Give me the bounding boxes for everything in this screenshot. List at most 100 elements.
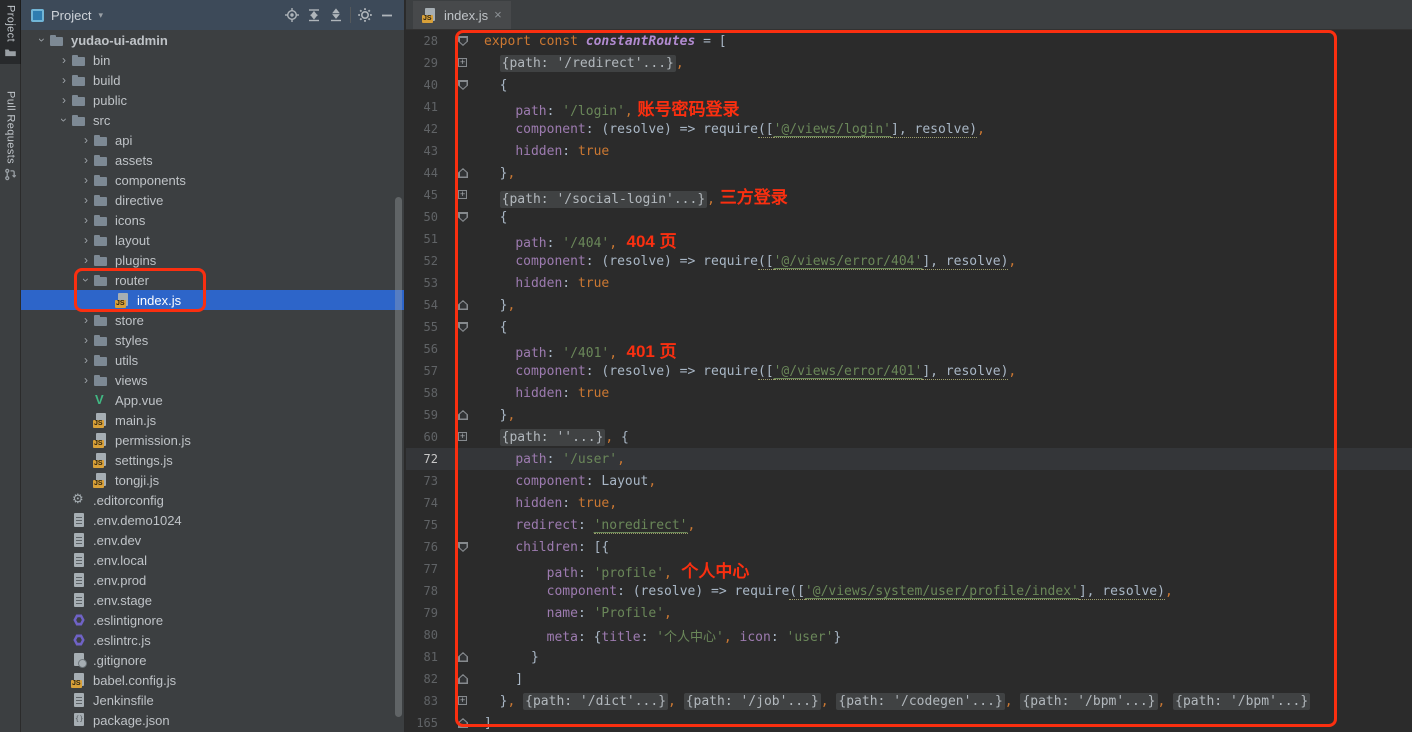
tree-item-babel-config-js[interactable]: babel.config.js xyxy=(21,670,404,690)
chevron-right-icon[interactable] xyxy=(79,173,93,187)
chevron-down-icon[interactable]: ▾ xyxy=(98,10,103,21)
chevron-right-icon[interactable] xyxy=(79,253,93,267)
code-line-51[interactable]: 51 path: '/404', 404 页 xyxy=(406,228,1412,250)
folded-region-chip[interactable]: {path: '/bpm'...} xyxy=(1173,693,1310,710)
code-line-80[interactable]: 80 meta: {title: '个人中心', icon: 'user'} xyxy=(406,624,1412,646)
tree-item--env-prod[interactable]: .env.prod xyxy=(21,570,404,590)
tree-item-src[interactable]: src xyxy=(21,110,404,130)
folded-region-chip[interactable]: {path: '/social-login'...} xyxy=(500,191,708,208)
code-line-76[interactable]: 76 children: [{ xyxy=(406,536,1412,558)
fold-gutter[interactable] xyxy=(446,30,472,52)
chevron-right-icon[interactable] xyxy=(79,153,93,167)
tree-item--eslintrc-js[interactable]: .eslintrc.js xyxy=(21,630,404,650)
chevron-right-icon[interactable] xyxy=(79,213,93,227)
tree-item-api[interactable]: api xyxy=(21,130,404,150)
chevron-right-icon[interactable] xyxy=(79,333,93,347)
code-line-56[interactable]: 56 path: '/401', 401 页 xyxy=(406,338,1412,360)
tree-item--env-local[interactable]: .env.local xyxy=(21,550,404,570)
fold-close-icon[interactable] xyxy=(458,410,468,420)
fold-gutter[interactable] xyxy=(446,74,472,96)
tree-item-icons[interactable]: icons xyxy=(21,210,404,230)
tree-item-package-json[interactable]: package.json xyxy=(21,710,404,730)
tree-item-public[interactable]: public xyxy=(21,90,404,110)
fold-gutter[interactable] xyxy=(446,536,472,558)
tree-item-index-js[interactable]: index.js xyxy=(21,290,404,310)
fold-expand-icon[interactable] xyxy=(458,58,467,67)
fold-gutter[interactable] xyxy=(446,184,472,206)
tree-item--eslintignore[interactable]: .eslintignore xyxy=(21,610,404,630)
code-line-75[interactable]: 75 redirect: 'noredirect', xyxy=(406,514,1412,536)
fold-expand-icon[interactable] xyxy=(458,432,467,441)
code-line-73[interactable]: 73 component: Layout, xyxy=(406,470,1412,492)
fold-expand-icon[interactable] xyxy=(458,696,467,705)
chevron-down-icon[interactable] xyxy=(79,273,93,287)
chevron-right-icon[interactable] xyxy=(79,133,93,147)
chevron-right-icon[interactable] xyxy=(57,53,71,67)
code-line-29[interactable]: 29 {path: '/redirect'...}, xyxy=(406,52,1412,74)
chevron-right-icon[interactable] xyxy=(79,353,93,367)
fold-close-icon[interactable] xyxy=(458,718,468,728)
fold-gutter[interactable] xyxy=(446,316,472,338)
fold-close-icon[interactable] xyxy=(458,300,468,310)
fold-gutter[interactable] xyxy=(446,690,472,712)
tree-item--env-dev[interactable]: .env.dev xyxy=(21,530,404,550)
fold-expand-icon[interactable] xyxy=(458,190,467,199)
code-line-44[interactable]: 44 }, xyxy=(406,162,1412,184)
tree-item--env-stage[interactable]: .env.stage xyxy=(21,590,404,610)
code-line-57[interactable]: 57 component: (resolve) => require(['@/v… xyxy=(406,360,1412,382)
tree-item-settings-js[interactable]: settings.js xyxy=(21,450,404,470)
code-line-52[interactable]: 52 component: (resolve) => require(['@/v… xyxy=(406,250,1412,272)
folded-region-chip[interactable]: {path: '/codegen'...} xyxy=(836,693,1004,710)
chevron-right-icon[interactable] xyxy=(57,93,71,107)
fold-gutter[interactable] xyxy=(446,294,472,316)
fold-open-icon[interactable] xyxy=(458,212,468,222)
stripe-tab-pull-requests[interactable]: Pull Requests xyxy=(0,86,21,186)
chevron-down-icon[interactable] xyxy=(35,33,49,47)
fold-gutter[interactable] xyxy=(446,712,472,732)
code-line-28[interactable]: 28export const constantRoutes = [ xyxy=(406,30,1412,52)
fold-open-icon[interactable] xyxy=(458,542,468,552)
code-line-50[interactable]: 50 { xyxy=(406,206,1412,228)
tree-item-yudao-ui-admin[interactable]: yudao-ui-admin xyxy=(21,30,404,50)
collapse-all-icon[interactable] xyxy=(325,5,347,25)
tree-item-app-vue[interactable]: App.vue xyxy=(21,390,404,410)
chevron-right-icon[interactable] xyxy=(79,313,93,327)
tree-item--gitignore[interactable]: .gitignore xyxy=(21,650,404,670)
hide-panel-icon[interactable] xyxy=(376,5,398,25)
folded-region-chip[interactable]: {path: '/bpm'...} xyxy=(1020,693,1157,710)
folded-region-chip[interactable]: {path: '/redirect'...} xyxy=(500,55,676,72)
fold-close-icon[interactable] xyxy=(458,168,468,178)
folded-region-chip[interactable]: {path: '/dict'...} xyxy=(523,693,668,710)
code-line-41[interactable]: 41 path: '/login', 账号密码登录 xyxy=(406,96,1412,118)
folded-region-chip[interactable]: {path: ''...} xyxy=(500,429,606,446)
tree-item-permission-js[interactable]: permission.js xyxy=(21,430,404,450)
code-line-43[interactable]: 43 hidden: true xyxy=(406,140,1412,162)
code-line-83[interactable]: 83 }, {path: '/dict'...}, {path: '/job'.… xyxy=(406,690,1412,712)
chevron-right-icon[interactable] xyxy=(57,73,71,87)
code-line-58[interactable]: 58 hidden: true xyxy=(406,382,1412,404)
fold-close-icon[interactable] xyxy=(458,652,468,662)
code-line-77[interactable]: 77 path: 'profile', 个人中心 xyxy=(406,558,1412,580)
tree-scrollbar[interactable] xyxy=(395,197,402,717)
close-icon[interactable]: × xyxy=(494,10,502,20)
code-line-74[interactable]: 74 hidden: true, xyxy=(406,492,1412,514)
fold-gutter[interactable] xyxy=(446,426,472,448)
code-line-78[interactable]: 78 component: (resolve) => require(['@/v… xyxy=(406,580,1412,602)
code-line-55[interactable]: 55 { xyxy=(406,316,1412,338)
settings-gear-icon[interactable] xyxy=(354,5,376,25)
code-line-82[interactable]: 82 ] xyxy=(406,668,1412,690)
fold-gutter[interactable] xyxy=(446,404,472,426)
stripe-tab-project[interactable]: Project xyxy=(0,0,21,64)
fold-gutter[interactable] xyxy=(446,646,472,668)
code-line-72[interactable]: 72 path: '/user', xyxy=(406,448,1412,470)
fold-gutter[interactable] xyxy=(446,668,472,690)
code-line-40[interactable]: 40 { xyxy=(406,74,1412,96)
chevron-right-icon[interactable] xyxy=(79,373,93,387)
code-line-59[interactable]: 59 }, xyxy=(406,404,1412,426)
code-line-53[interactable]: 53 hidden: true xyxy=(406,272,1412,294)
code-line-45[interactable]: 45 {path: '/social-login'...}, 三方登录 xyxy=(406,184,1412,206)
tree-item-bin[interactable]: bin xyxy=(21,50,404,70)
tree-item-utils[interactable]: utils xyxy=(21,350,404,370)
code-line-60[interactable]: 60 {path: ''...}, { xyxy=(406,426,1412,448)
code-line-79[interactable]: 79 name: 'Profile', xyxy=(406,602,1412,624)
